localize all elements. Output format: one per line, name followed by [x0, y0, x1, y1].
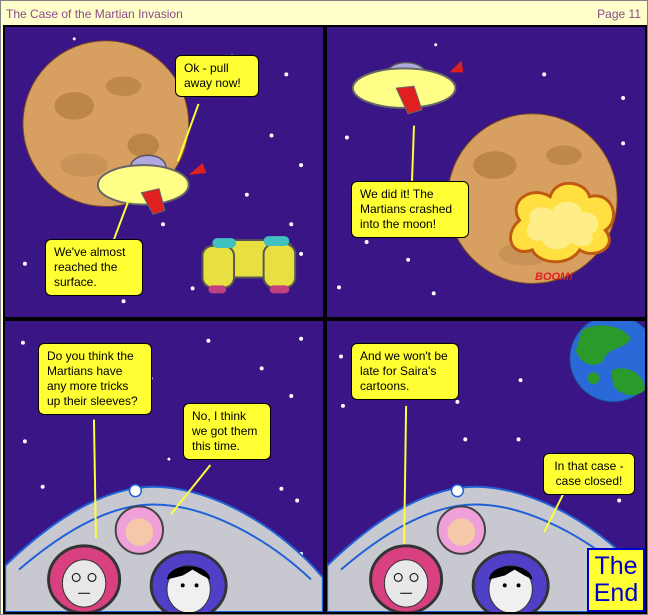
- bubble-tail: [411, 125, 415, 181]
- the-end-line: End: [593, 579, 639, 607]
- explosion: [509, 181, 616, 264]
- speech-bubble: Do you think the Martians have any more …: [38, 343, 152, 415]
- passenger: [471, 550, 550, 612]
- game-controller: [201, 236, 297, 294]
- passenger: [114, 505, 164, 555]
- flying-saucer: [351, 60, 464, 115]
- panel-3: Do you think the Martians have any more …: [3, 319, 325, 614]
- speech-bubble: No, I think we got them this time.: [183, 403, 271, 460]
- sound-effect: BOOM!: [535, 271, 573, 283]
- comic-title: The Case of the Martian Invasion: [6, 7, 183, 21]
- passenger: [47, 544, 122, 612]
- page-number: Page 11: [597, 7, 641, 21]
- speech-bubble: We've almost reached the surface.: [45, 239, 143, 296]
- speech-bubble: And we won't be late for Saira's cartoon…: [351, 343, 459, 400]
- passenger: [369, 544, 444, 612]
- the-end-line: The: [594, 552, 638, 580]
- speech-bubble: We did it! The Martians crashed into the…: [351, 181, 469, 238]
- panel-1: Ok - pull away now! We've almost reached…: [3, 25, 325, 319]
- panel-2-art: [337, 43, 626, 296]
- speech-bubble: Ok - pull away now!: [175, 55, 259, 97]
- speech-bubble: In that case - case closed!: [543, 453, 635, 495]
- comic-page: The Case of the Martian Invasion Page 11: [0, 0, 648, 615]
- earth: [569, 321, 645, 403]
- panel-4: And we won't be late for Saira's cartoon…: [325, 319, 647, 614]
- passenger: [436, 505, 486, 555]
- the-end-label: The End: [587, 548, 645, 612]
- passenger: [149, 550, 228, 612]
- bubble-tail: [112, 200, 130, 241]
- panel-2: We did it! The Martians crashed into the…: [325, 25, 647, 319]
